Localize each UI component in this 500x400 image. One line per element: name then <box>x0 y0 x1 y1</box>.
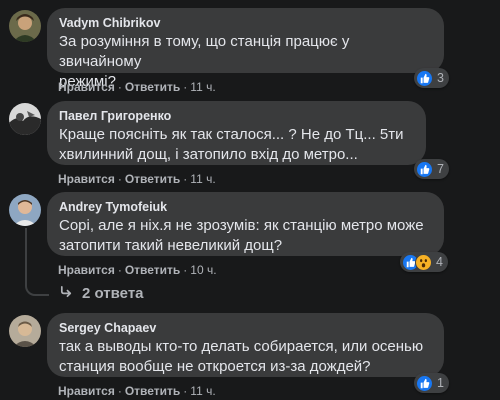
comment-bubble: Павел Григоренко Краще поясніть як так с… <box>47 101 426 165</box>
comment-author[interactable]: Sergey Chapaev <box>59 320 432 337</box>
avatar[interactable] <box>9 194 41 226</box>
comment-author[interactable]: Vadym Chibrikov <box>59 15 432 32</box>
comment-time[interactable]: 10 ч. <box>190 263 216 277</box>
like-icon <box>416 69 433 87</box>
comment-actions: Нравится · Ответить · 11 ч. <box>58 80 216 94</box>
avatar[interactable] <box>9 103 41 135</box>
wow-icon <box>415 253 432 271</box>
comment-actions: Нравится · Ответить · 11 ч. <box>58 384 216 398</box>
comment-text-line: хвилинний дощ, і затопило вхід до метро.… <box>59 146 358 163</box>
reaction-count: 4 <box>436 255 443 269</box>
comments-section: Vadym Chibrikov За розуміння в тому, що … <box>0 0 500 400</box>
reaction-summary[interactable]: 4 <box>400 252 448 272</box>
like-icon <box>416 160 433 178</box>
avatar[interactable] <box>9 315 41 347</box>
comment-author[interactable]: Павел Григоренко <box>59 108 414 125</box>
comment-text-line: станция вообще не откроется из-за дождей… <box>59 358 371 375</box>
reply-button[interactable]: Ответить <box>125 263 180 277</box>
reply-button[interactable]: Ответить <box>125 80 180 94</box>
reaction-summary[interactable]: 7 <box>414 159 449 179</box>
like-button[interactable]: Нравится <box>58 80 115 94</box>
thread-line <box>25 228 49 296</box>
like-button[interactable]: Нравится <box>58 172 115 186</box>
reply-arrow-icon <box>59 284 74 303</box>
reaction-summary[interactable]: 3 <box>414 68 449 88</box>
comment-author[interactable]: Andrey Tymofeiuk <box>59 199 432 216</box>
reaction-count: 7 <box>437 162 444 176</box>
comment-text-line: За розуміння в тому, що станція працює у… <box>59 33 350 70</box>
comment-time[interactable]: 11 ч. <box>190 384 215 398</box>
comment-text-line: так а выводы кто-то делать собирается, и… <box>59 338 424 355</box>
comment-bubble: Vadym Chibrikov За розуміння в тому, що … <box>47 8 444 90</box>
comment-time[interactable]: 11 ч. <box>190 172 215 186</box>
replies-count: 2 ответа <box>82 285 144 302</box>
comment-text-line: затопити такий невеликий дощ? <box>59 237 283 254</box>
reaction-summary[interactable]: 1 <box>414 373 449 393</box>
comment-actions: Нравится · Ответить · 11 ч. <box>58 172 216 186</box>
comment-bubble: Sergey Chapaev так а выводы кто-то делат… <box>47 313 444 377</box>
comment-time[interactable]: 11 ч. <box>190 80 215 94</box>
avatar[interactable] <box>9 10 41 42</box>
comment-bubble: Andrey Tymofeiuk Сорі, але я ніх.я не зр… <box>47 192 444 256</box>
comment-text-line: Краще поясніть як так сталося... ? Не до… <box>59 126 404 143</box>
comment-text-line: Сорі, але я ніх.я не зрозумів: як станці… <box>59 217 424 234</box>
reaction-count: 1 <box>437 376 444 390</box>
like-button[interactable]: Нравится <box>58 263 115 277</box>
reaction-count: 3 <box>437 71 444 85</box>
view-replies-link[interactable]: 2 ответа <box>59 284 144 303</box>
like-button[interactable]: Нравится <box>58 384 115 398</box>
reply-button[interactable]: Ответить <box>125 172 180 186</box>
like-icon <box>416 374 433 392</box>
comment-actions: Нравится · Ответить · 10 ч. <box>58 263 217 277</box>
reply-button[interactable]: Ответить <box>125 384 180 398</box>
